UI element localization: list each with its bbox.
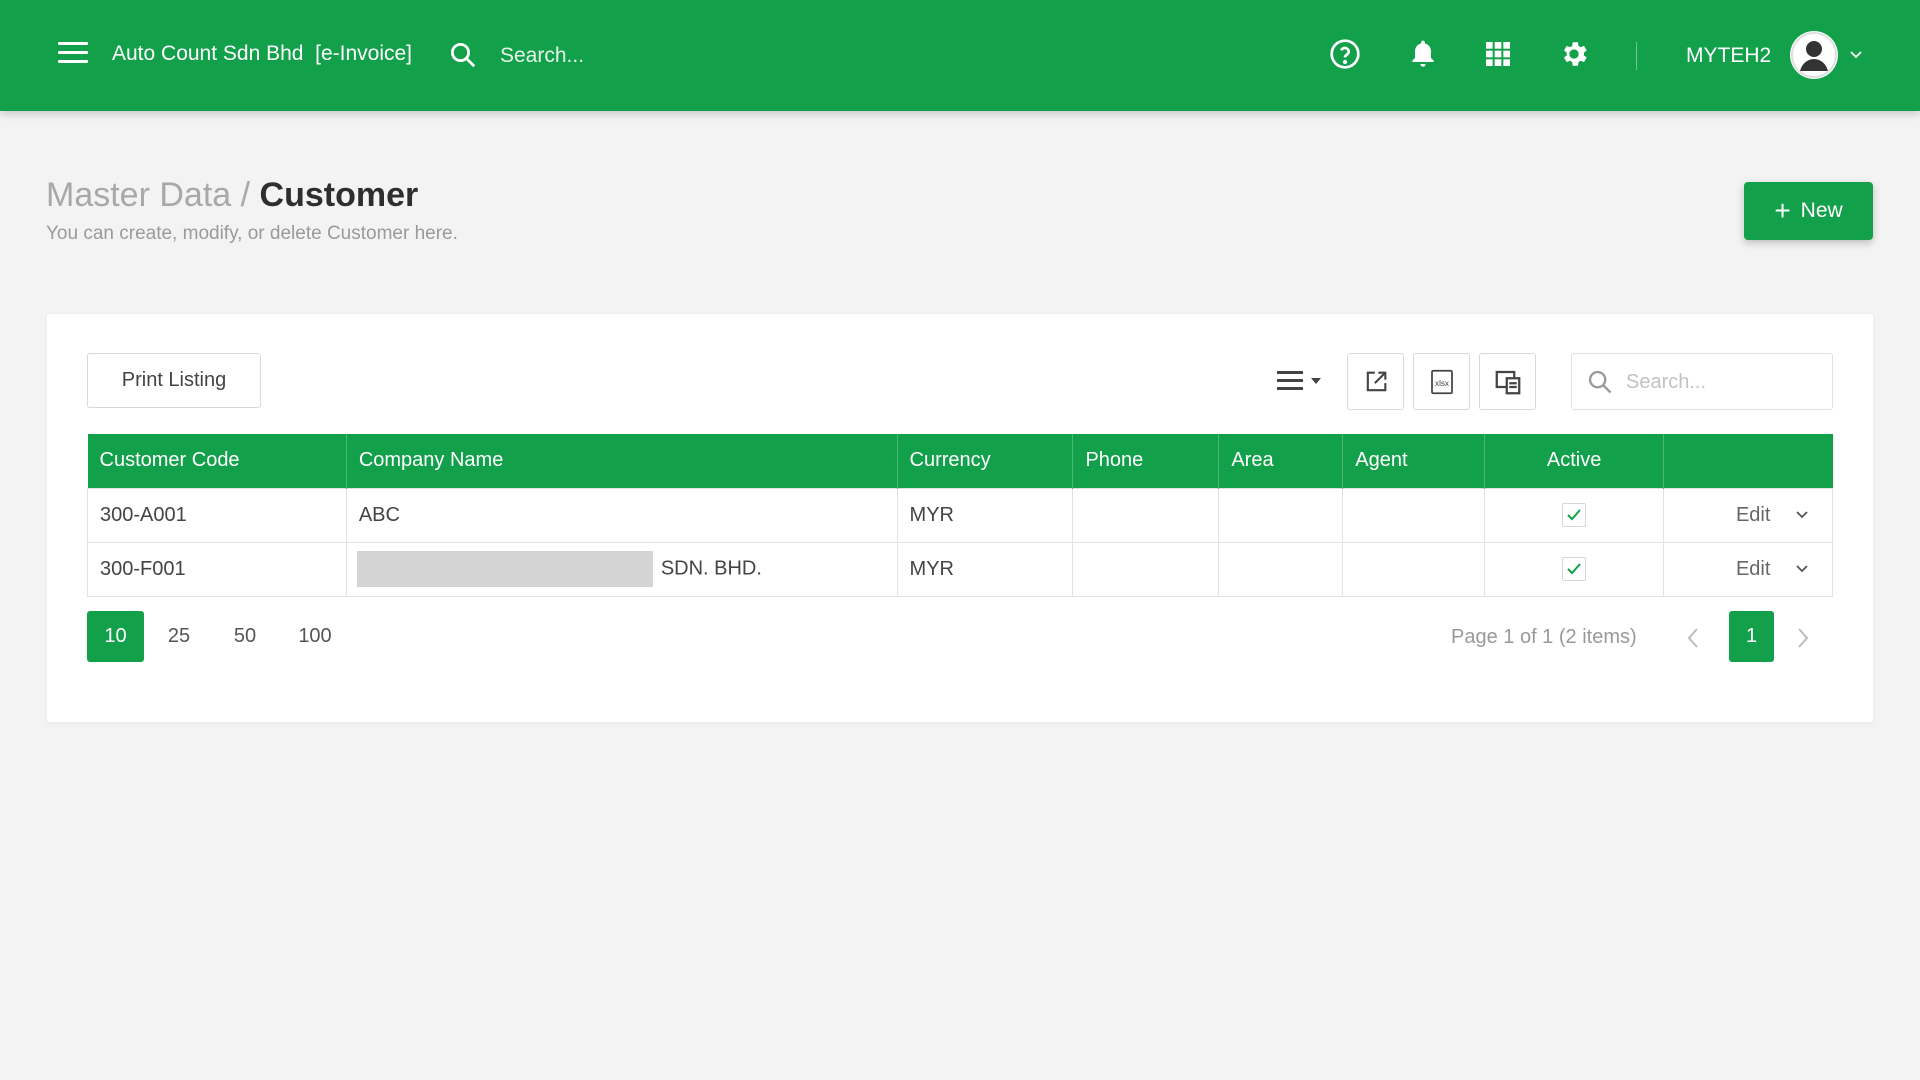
- page-info: Page 1 of 1 (2 items): [1451, 626, 1637, 648]
- breadcrumb-parent[interactable]: Master Data: [46, 176, 231, 214]
- xlsx-icon: xlsx: [1430, 369, 1453, 394]
- gear-icon[interactable]: [1558, 38, 1590, 70]
- cell-currency: MYR: [896, 487, 1074, 543]
- search-icon: [1588, 370, 1612, 394]
- page-subtitle: You can create, modify, or delete Custom…: [46, 223, 458, 244]
- export-button[interactable]: [1347, 353, 1404, 410]
- avatar[interactable]: [1790, 31, 1838, 79]
- edit-link[interactable]: Edit: [1736, 504, 1770, 526]
- chevron-down-icon[interactable]: [1794, 509, 1810, 521]
- table-row[interactable]: 300-A001 ABC MYR Edit: [87, 487, 1833, 543]
- column-header-active[interactable]: Active: [1484, 434, 1665, 488]
- apps-grid-icon[interactable]: [1482, 38, 1514, 70]
- new-button-label: New: [1800, 199, 1843, 222]
- print-listing-button[interactable]: Print Listing: [87, 353, 261, 408]
- global-search-input[interactable]: Search...: [500, 44, 584, 68]
- customer-list-card: Print Listing xlsx Customer Code Company…: [47, 314, 1873, 722]
- column-chooser-icon[interactable]: [1267, 366, 1327, 396]
- page-size-10[interactable]: 10: [87, 611, 144, 662]
- cell-actions: Edit: [1663, 487, 1833, 543]
- page-size-25[interactable]: 25: [157, 611, 201, 662]
- copy-button[interactable]: [1479, 353, 1536, 410]
- column-header-company-name[interactable]: Company Name: [346, 434, 898, 488]
- cell-company-name: ABC: [345, 487, 898, 543]
- svg-text:xlsx: xlsx: [1435, 378, 1449, 387]
- column-header-agent[interactable]: Agent: [1342, 434, 1486, 488]
- breadcrumb-separator: /: [240, 176, 251, 214]
- cell-phone: [1072, 541, 1220, 597]
- username[interactable]: MYTEH2: [1686, 44, 1771, 68]
- checkmark-icon: [1567, 563, 1581, 575]
- table-header-row: Customer Code Company Name Currency Phon…: [87, 434, 1833, 488]
- search-icon[interactable]: [448, 40, 478, 70]
- page-size-50[interactable]: 50: [223, 611, 267, 662]
- edit-link[interactable]: Edit: [1736, 558, 1770, 580]
- copy-icon: [1495, 370, 1520, 394]
- cell-area: [1218, 487, 1344, 543]
- cell-agent: [1342, 541, 1486, 597]
- cell-area: [1218, 541, 1344, 597]
- chevron-down-icon[interactable]: [1794, 563, 1810, 575]
- header-divider: [1636, 42, 1637, 70]
- column-header-phone[interactable]: Phone: [1072, 434, 1220, 488]
- company-name: Auto Count Sdn Bhd [e-Invoice]: [112, 42, 413, 65]
- checkmark-icon: [1567, 509, 1581, 521]
- cell-currency: MYR: [896, 541, 1074, 597]
- column-header-actions: [1663, 434, 1833, 488]
- company-name-suffix: SDN. BHD.: [660, 557, 762, 580]
- chevron-right-icon[interactable]: [1791, 625, 1815, 651]
- menu-icon[interactable]: [58, 42, 88, 64]
- cell-company-name: SDN. BHD.: [345, 541, 898, 597]
- table-search-input[interactable]: [1626, 366, 1822, 398]
- cell-customer-code: 300-F001: [87, 541, 347, 597]
- export-icon: [1366, 371, 1386, 391]
- cell-active: [1484, 541, 1665, 597]
- bell-icon[interactable]: [1407, 38, 1439, 70]
- column-header-area[interactable]: Area: [1218, 434, 1344, 488]
- new-button[interactable]: + New: [1744, 182, 1873, 240]
- cell-phone: [1072, 487, 1220, 543]
- page-button-current[interactable]: 1: [1729, 611, 1774, 662]
- table-search: [1571, 353, 1833, 410]
- column-header-currency[interactable]: Currency: [897, 434, 1074, 488]
- column-header-customer-code[interactable]: Customer Code: [87, 434, 347, 488]
- user-avatar-icon: [1791, 32, 1837, 78]
- cell-actions: Edit: [1663, 541, 1833, 597]
- chevron-down-icon[interactable]: [1848, 48, 1864, 62]
- redacted-block: [356, 551, 653, 587]
- table-row[interactable]: 300-F001 SDN. BHD. MYR Edit: [87, 541, 1833, 597]
- export-xlsx-button[interactable]: xlsx: [1413, 353, 1470, 410]
- cell-customer-code: 300-A001: [87, 487, 347, 543]
- chevron-left-icon[interactable]: [1681, 625, 1705, 651]
- active-checkbox: [1562, 503, 1587, 527]
- cell-agent: [1342, 487, 1486, 543]
- top-bar: Auto Count Sdn Bhd [e-Invoice] Search...…: [0, 0, 1920, 111]
- customer-table: Customer Code Company Name Currency Phon…: [87, 434, 1833, 597]
- breadcrumb: Master Data / Customer: [46, 176, 418, 215]
- active-checkbox: [1562, 557, 1587, 581]
- page-size-100[interactable]: 100: [287, 611, 343, 662]
- help-icon[interactable]: [1329, 38, 1361, 70]
- page-title: Customer: [259, 176, 419, 214]
- plus-icon: +: [1774, 195, 1791, 226]
- cell-active: [1484, 487, 1665, 543]
